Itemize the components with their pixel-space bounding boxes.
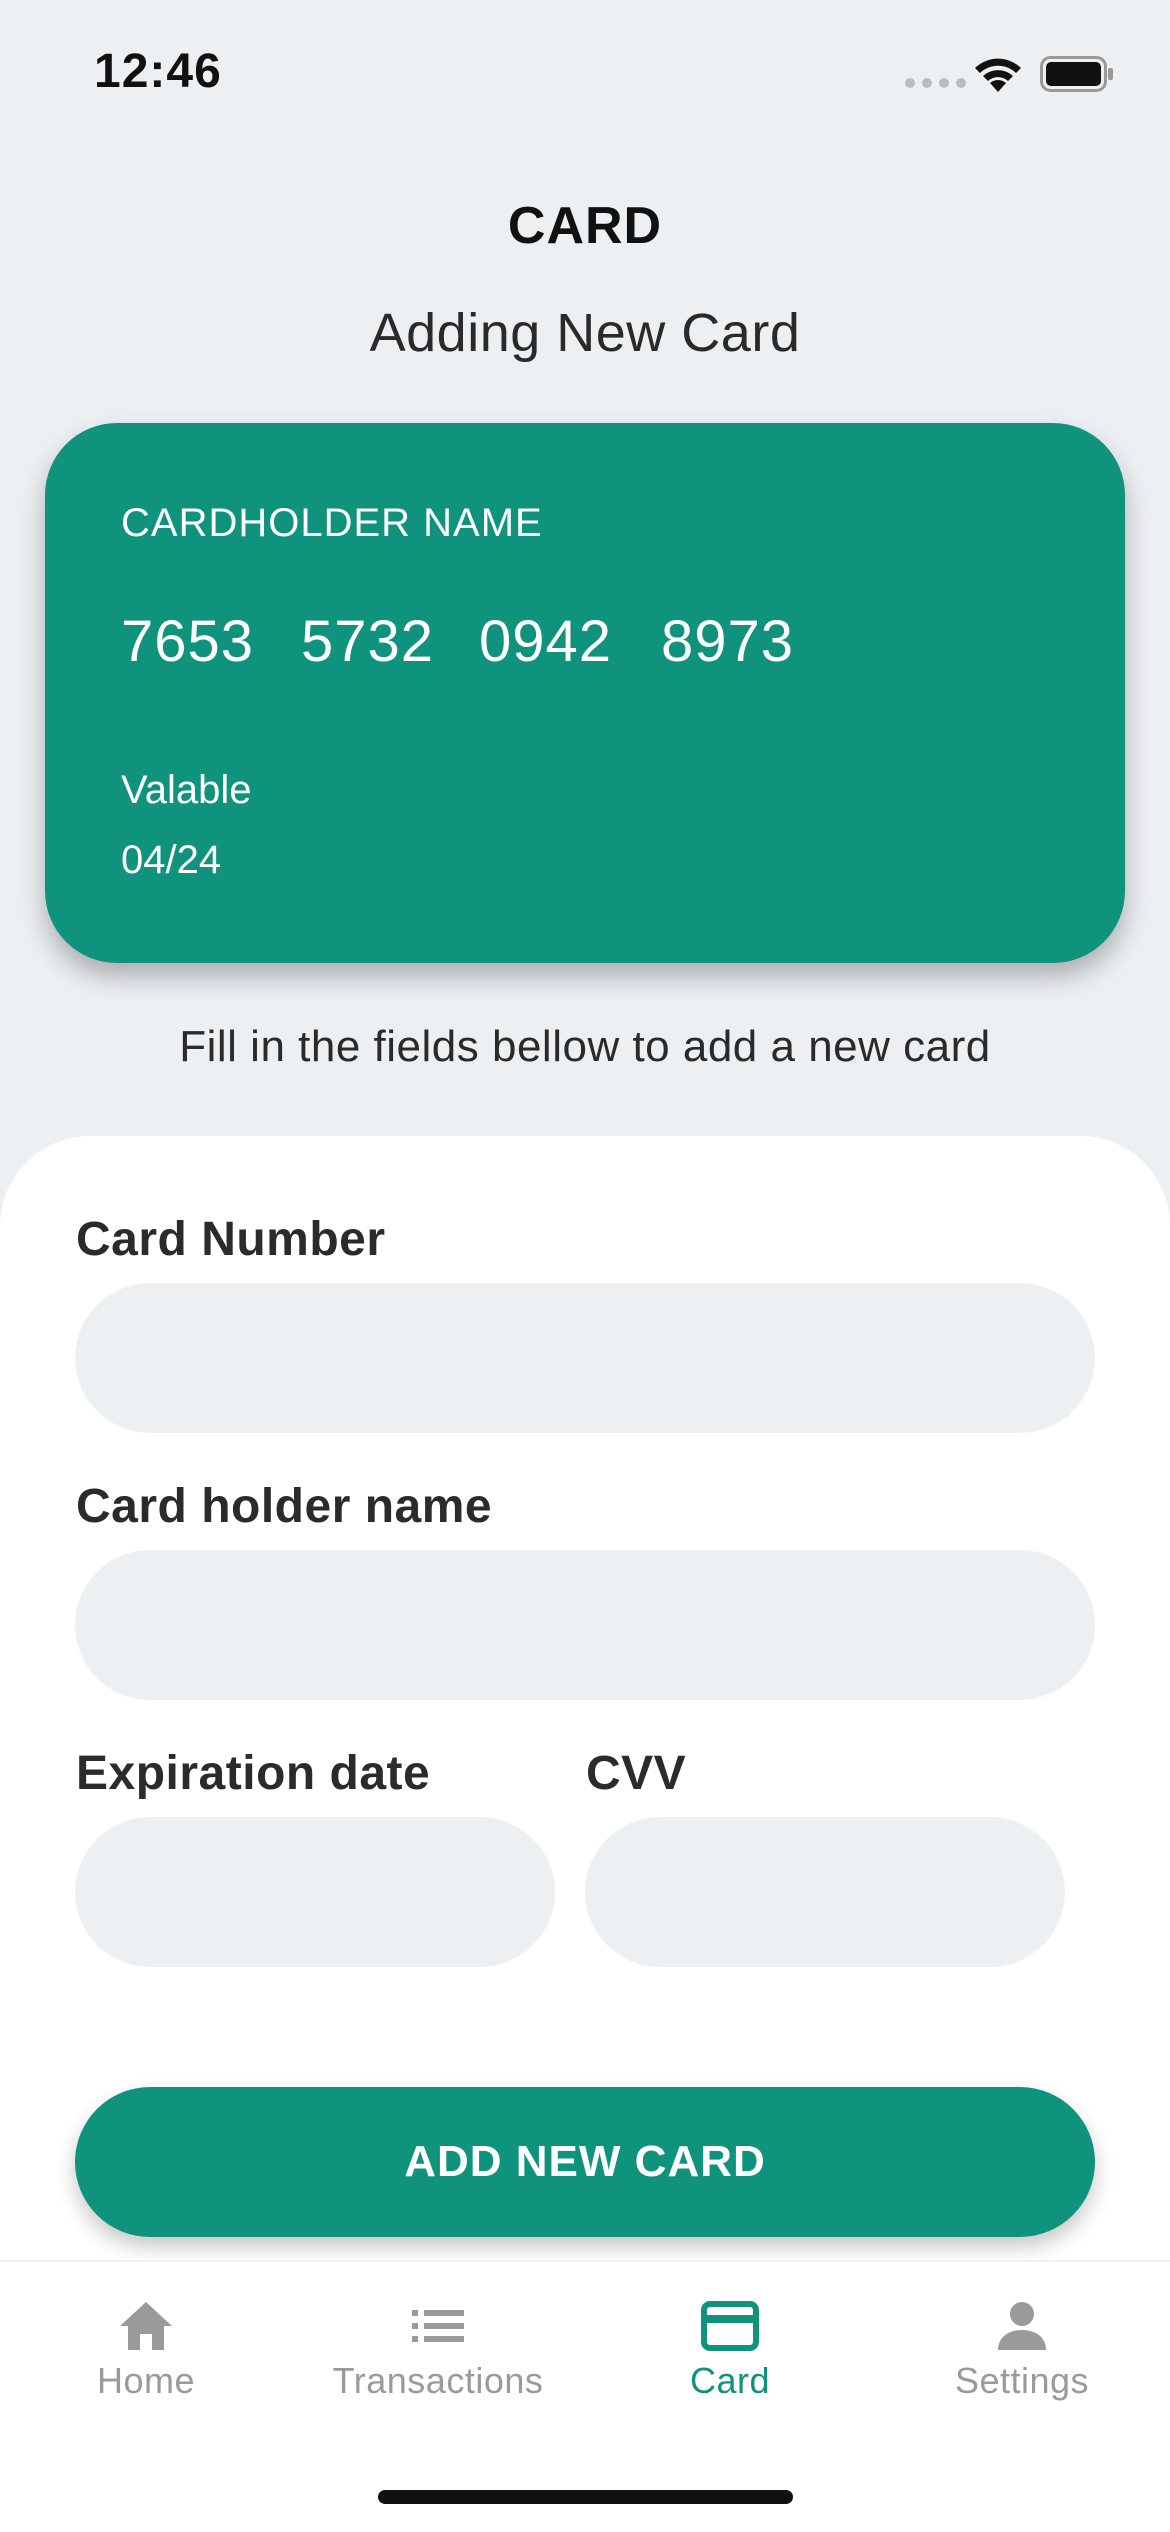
card-preview: CARDHOLDER NAME 7653 5732 0942 8973 Vala… [45, 423, 1125, 963]
card-number-display: 7653 5732 0942 8973 [121, 608, 794, 675]
tab-label: Card [689, 2360, 771, 2401]
cvv-input[interactable] [585, 1817, 1065, 1967]
card-number-group: 7653 [121, 609, 255, 674]
card-number-group: 0942 [479, 609, 613, 674]
card-valid-date: 04/24 [121, 838, 222, 882]
person-icon [998, 2302, 1046, 2350]
card-holder-name-label: Card holder name [76, 1480, 493, 1533]
wifi-icon [975, 58, 1021, 92]
card-valid-label: Valable [121, 768, 252, 812]
tab-card[interactable]: Card [584, 2298, 876, 2418]
card-number-label: Card Number [76, 1213, 386, 1266]
tab-settings[interactable]: Settings [876, 2298, 1168, 2418]
card-number-input[interactable] [75, 1283, 1095, 1433]
page-subtitle: Adding New Card [369, 303, 801, 363]
status-time: 12:46 [94, 45, 222, 98]
status-bar: 12:46 [0, 0, 1170, 150]
expiration-date-input[interactable] [75, 1817, 555, 1967]
card-number-group: 8973 [661, 609, 795, 674]
cellular-signal-icon [905, 78, 966, 88]
credit-card-icon [701, 2301, 759, 2351]
expiration-date-label: Expiration date [76, 1747, 431, 1800]
battery-icon [1040, 56, 1113, 92]
card-holder-name-input[interactable] [75, 1550, 1095, 1700]
page-title: CARD [507, 197, 663, 255]
card-holder-name: CARDHOLDER NAME [121, 501, 543, 545]
card-number-group: 5732 [301, 609, 435, 674]
cvv-label: CVV [586, 1747, 687, 1800]
list-icon [412, 2310, 464, 2342]
tab-label: Transactions [332, 2360, 544, 2401]
tab-label: Settings [954, 2360, 1090, 2401]
add-card-screen: 12:46 CARD Adding New Card CARDHOLDER NA… [0, 0, 1170, 2532]
add-new-card-button[interactable]: ADD NEW CARD [75, 2087, 1095, 2237]
instructions-text: Fill in the fields bellow to add a new c… [179, 1022, 991, 1071]
tab-home[interactable]: Home [0, 2298, 292, 2418]
tab-transactions[interactable]: Transactions [292, 2298, 584, 2418]
home-indicator [378, 2490, 793, 2504]
tab-label: Home [96, 2360, 196, 2401]
home-icon [120, 2302, 172, 2350]
